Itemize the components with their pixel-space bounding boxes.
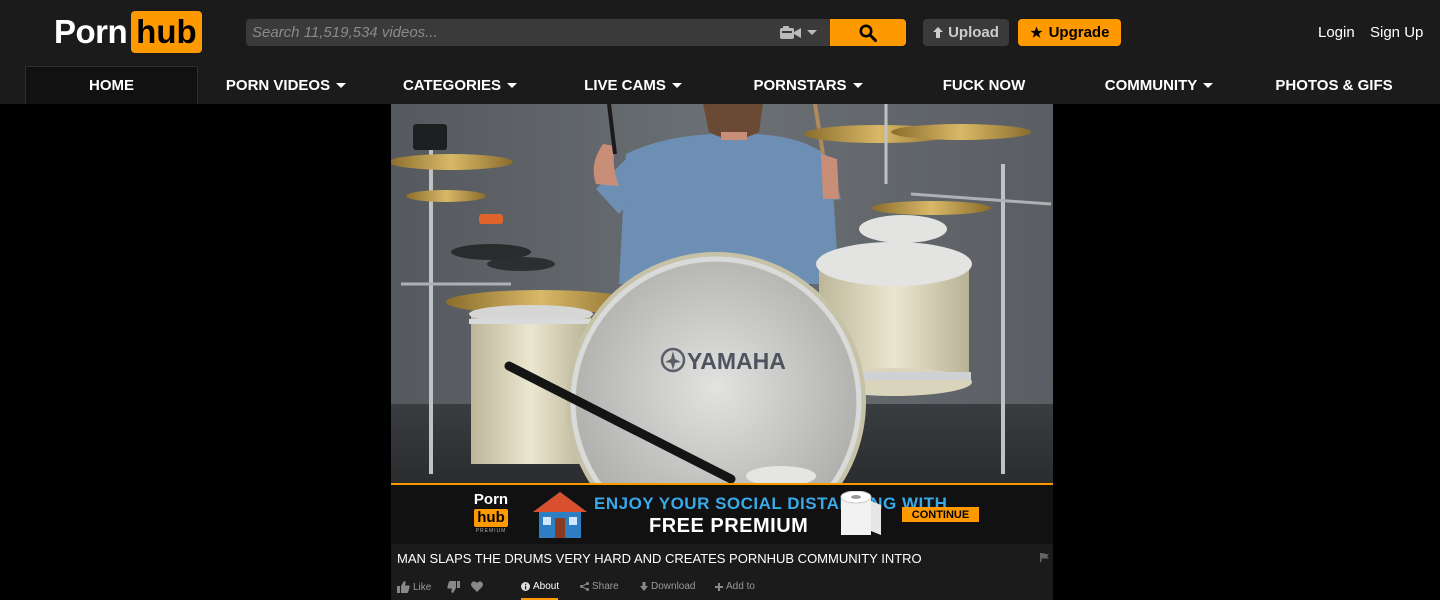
- heart-icon[interactable]: [471, 581, 483, 592]
- nav-item-live-cams[interactable]: LIVE CAMS: [583, 66, 683, 104]
- like-button[interactable]: Like: [397, 581, 431, 593]
- info-icon: [521, 582, 530, 591]
- star-icon: [1030, 26, 1043, 38]
- upgrade-label: Upgrade: [1048, 24, 1110, 41]
- tab-download[interactable]: Download: [640, 581, 695, 592]
- chevron-down-icon: [507, 82, 518, 88]
- tab-share[interactable]: Share: [580, 581, 619, 592]
- chevron-down-icon: [1203, 82, 1214, 88]
- camera-icon: [779, 25, 801, 39]
- search-button[interactable]: [830, 19, 906, 46]
- thumbs-down-icon[interactable]: [447, 581, 460, 593]
- nav-item-home[interactable]: HOME: [25, 66, 198, 104]
- upload-label: Upload: [948, 24, 999, 41]
- tab-add-to-label: Add to: [726, 581, 755, 592]
- tab-about-label: About: [533, 581, 560, 592]
- video-action-bar: Like About Share Download Add to: [391, 578, 1053, 600]
- site-logo[interactable]: Porn hub: [54, 11, 202, 53]
- premium-ad-banner[interactable]: Porn hub PREMIUM ENJOY YOUR SOCIAL DISTA…: [391, 485, 1053, 544]
- download-icon: [640, 582, 648, 591]
- nav-item-fuck-now[interactable]: FUCK NOW: [940, 66, 1028, 104]
- signup-link[interactable]: Sign Up: [1370, 24, 1423, 41]
- ad-headline: ENJOY YOUR SOCIAL DISTANCING WITH: [594, 494, 948, 513]
- plus-icon: [715, 582, 723, 591]
- nav-item-label: FUCK NOW: [942, 76, 1026, 94]
- ad-continue-button[interactable]: CONTINUE: [902, 507, 979, 522]
- nav-item-label: CATEGORIES: [402, 76, 502, 94]
- main-nav: HOME PORN VIDEOS CATEGORIES LIVE CAMS PO…: [0, 66, 1440, 104]
- nav-item-porn-videos[interactable]: PORN VIDEOS: [222, 66, 350, 104]
- nav-item-pornstars[interactable]: PORNSTARS: [752, 66, 864, 104]
- premium-logo-porn: Porn: [473, 491, 509, 508]
- house-icon: [533, 492, 587, 538]
- nav-item-label: COMMUNITY: [1104, 76, 1198, 94]
- nav-item-label: PORN VIDEOS: [225, 76, 331, 94]
- thumbs-up-icon: [397, 581, 410, 593]
- top-bar: Porn hub Upload Upg: [0, 0, 1440, 66]
- like-label: Like: [413, 581, 432, 593]
- chevron-down-icon: [852, 82, 863, 88]
- logo-text-hub: hub: [131, 11, 202, 53]
- login-link[interactable]: Login: [1318, 24, 1355, 41]
- upload-button[interactable]: Upload: [923, 19, 1009, 46]
- nav-item-community[interactable]: COMMUNITY: [1101, 66, 1217, 104]
- video-title: MAN SLAPS THE DRUMS VERY HARD AND CREATE…: [397, 551, 922, 566]
- upload-arrow-icon: [933, 27, 944, 38]
- nav-item-label: PORNSTARS: [753, 76, 847, 94]
- drum-brand-label: YAMAHA: [687, 348, 786, 374]
- chevron-down-icon: [671, 82, 682, 88]
- video-frame: YAMAHA: [391, 104, 1053, 484]
- nav-item-label: LIVE CAMS: [584, 76, 666, 94]
- nav-item-label: HOME: [89, 77, 134, 94]
- premium-logo-sub: PREMIUM: [475, 528, 507, 534]
- video-player[interactable]: YAMAHA: [391, 104, 1053, 484]
- ad-subheadline: FREE PREMIUM: [649, 515, 809, 537]
- premium-logo-hub: hub: [474, 509, 508, 527]
- tab-add-to[interactable]: Add to: [715, 581, 755, 592]
- nav-item-label: PHOTOS & GIFS: [1275, 76, 1393, 94]
- tab-share-label: Share: [592, 581, 619, 592]
- premium-logo: Porn hub PREMIUM: [473, 492, 509, 540]
- chevron-down-icon: [806, 30, 817, 35]
- tab-about[interactable]: About: [521, 581, 559, 592]
- search-bar: [246, 19, 906, 46]
- chevron-down-icon: [336, 82, 347, 88]
- search-icon: [859, 24, 877, 42]
- search-input[interactable]: [246, 19, 830, 46]
- nav-item-categories[interactable]: CATEGORIES: [400, 66, 520, 104]
- nav-item-photos-gifs[interactable]: PHOTOS & GIFS: [1272, 66, 1396, 104]
- share-icon: [580, 582, 589, 591]
- search-type-dropdown[interactable]: [766, 19, 830, 46]
- logo-text-porn: Porn: [54, 13, 128, 50]
- video-info: MAN SLAPS THE DRUMS VERY HARD AND CREATE…: [391, 544, 1053, 600]
- flag-icon[interactable]: [1040, 553, 1049, 562]
- tab-download-label: Download: [651, 581, 696, 592]
- upgrade-button[interactable]: Upgrade: [1018, 19, 1121, 46]
- toilet-paper-icon: [840, 491, 881, 535]
